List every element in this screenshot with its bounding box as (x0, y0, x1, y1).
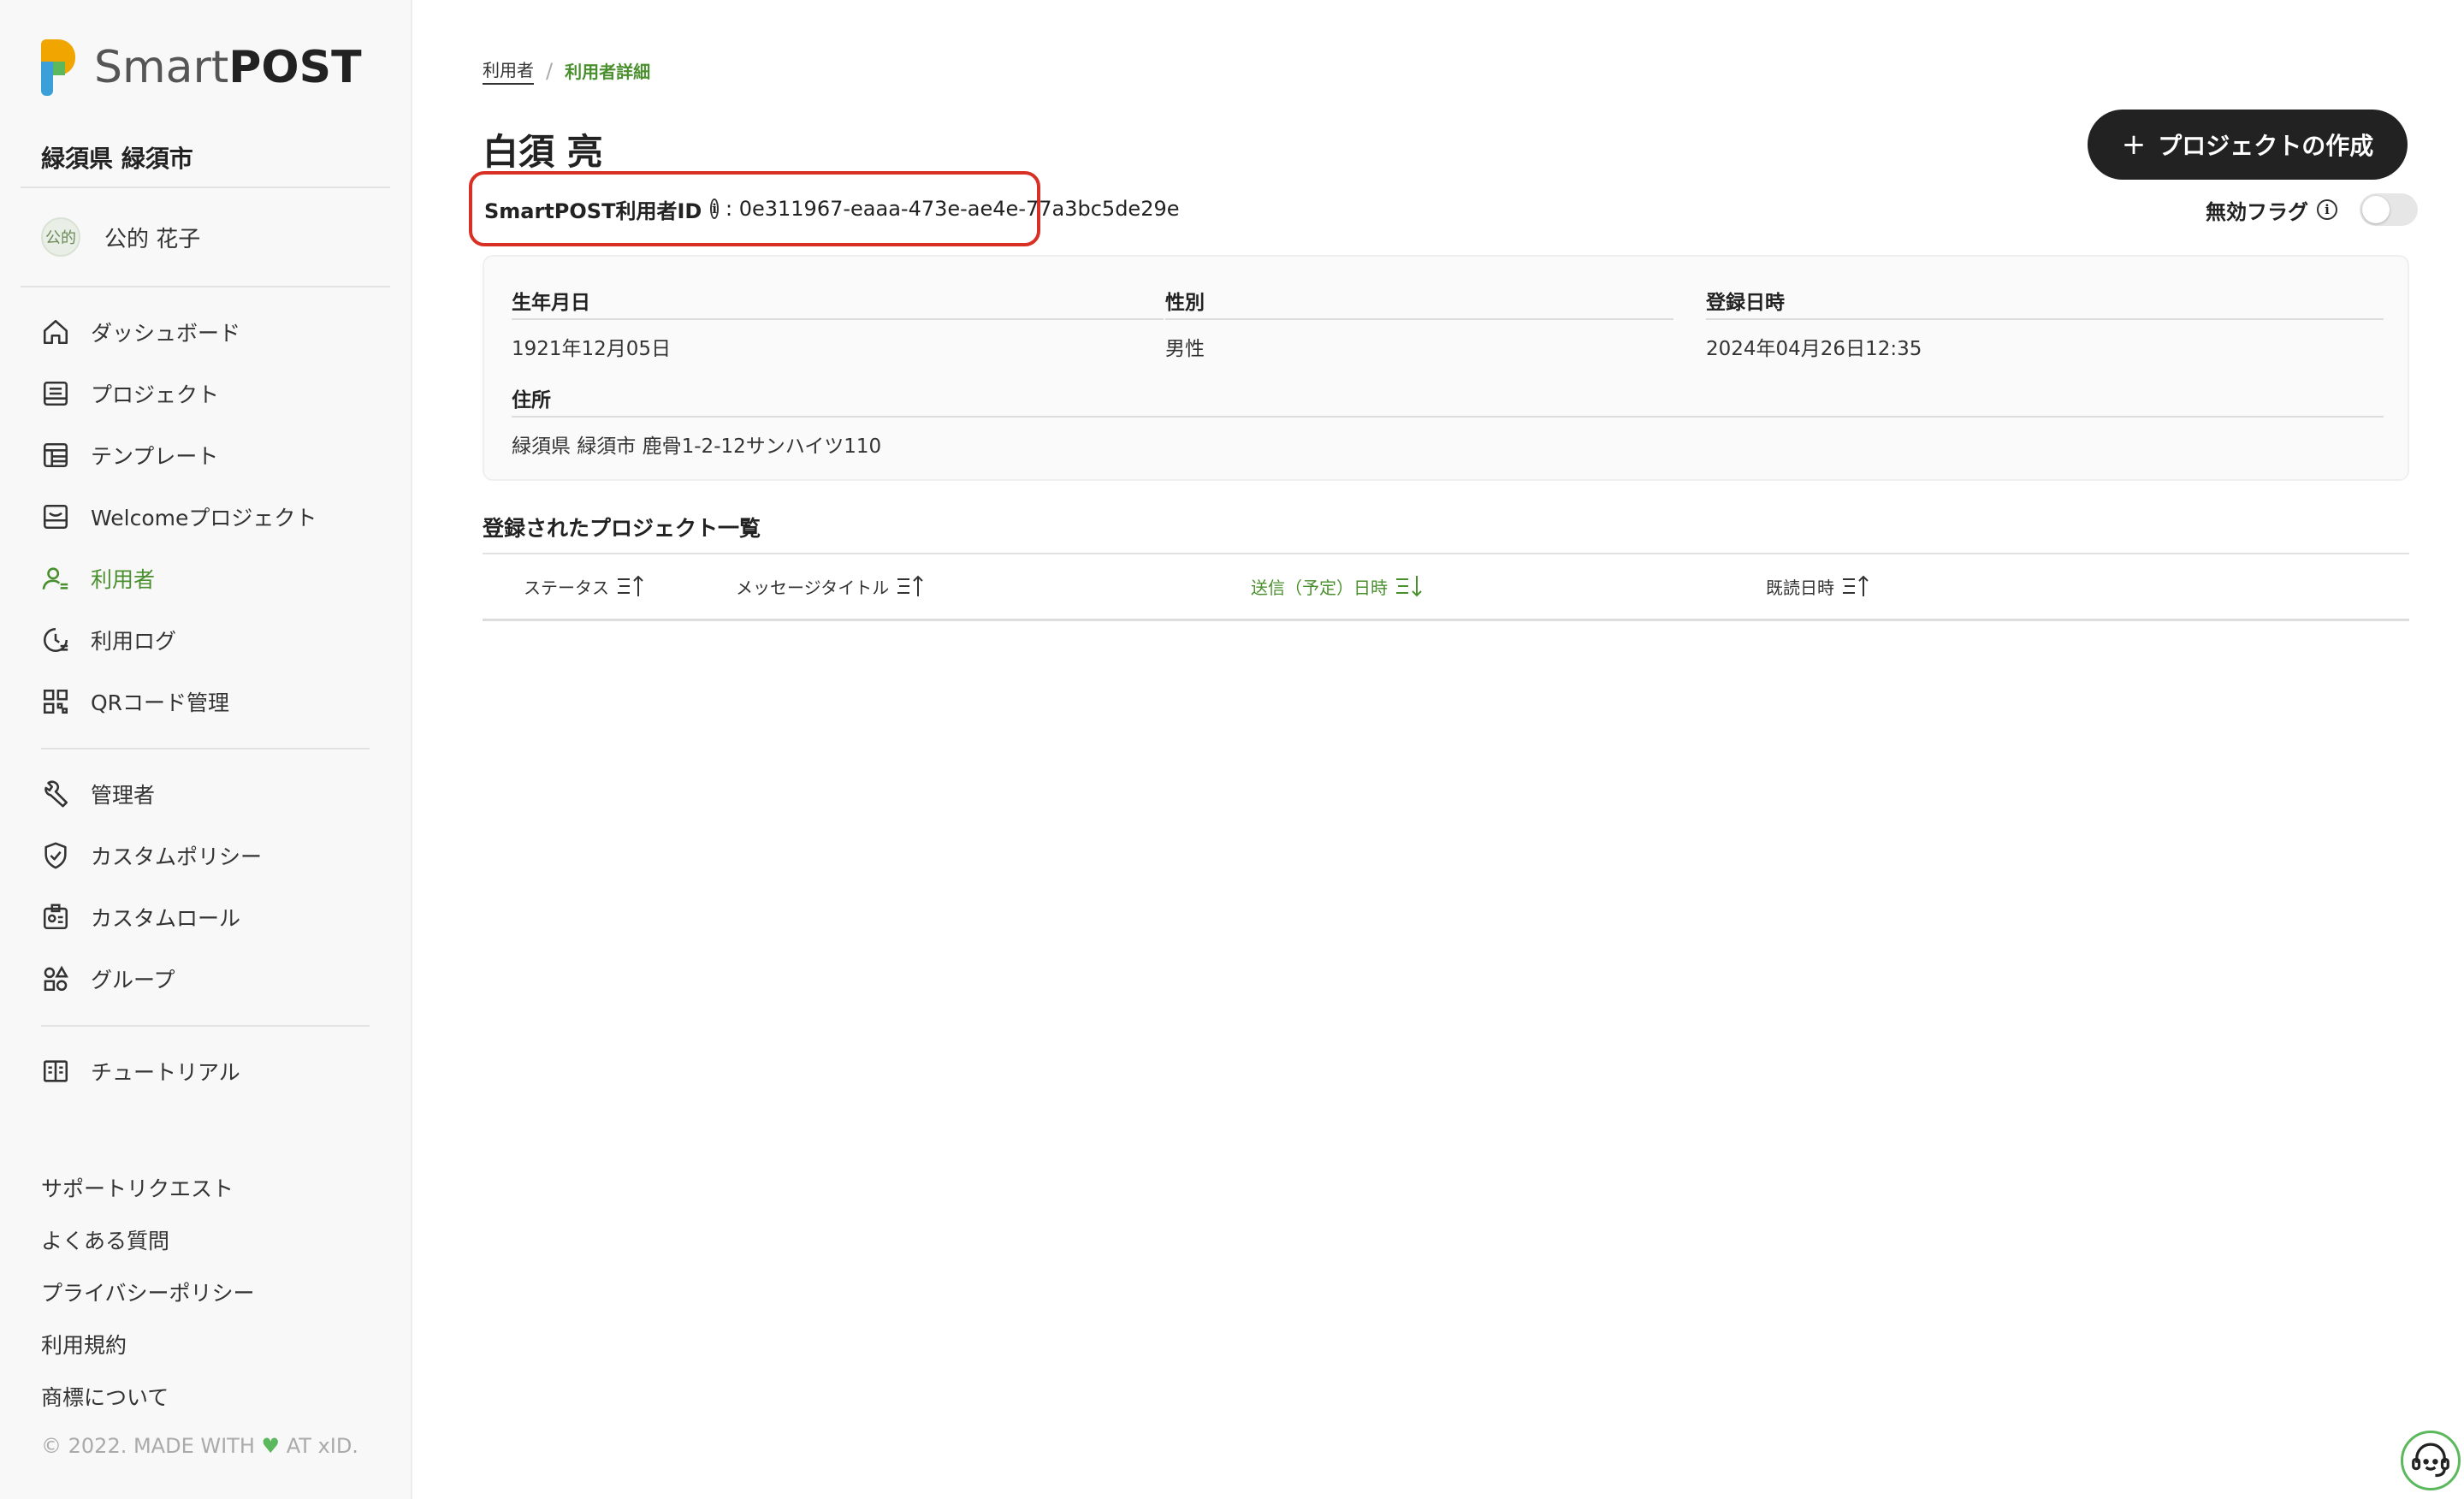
nav-item-custom-role[interactable]: カスタムロール (41, 900, 240, 934)
disable-flag-toggle[interactable] (2360, 193, 2418, 226)
column-message-title[interactable]: メッセージタイトル (736, 573, 927, 599)
nav-label: グループ (91, 968, 175, 992)
column-read-datetime[interactable]: 既読日時 (1766, 573, 1872, 599)
sidebar: SmartPOST 緑須県 緑須市 公的 公的 花子 ダッシュボード プロジェク… (0, 0, 412, 1499)
group-icon (41, 964, 70, 993)
breadcrumb: 利用者 / 利用者詳細 (483, 56, 650, 85)
home-icon (41, 317, 70, 347)
user-name: 公的 花子 (104, 226, 201, 252)
field-value: 2024年04月26日12:35 (1706, 338, 1922, 360)
qr-icon (41, 687, 70, 716)
nav-label: Welcomeプロジェクト (91, 506, 317, 530)
disable-flag: 無効フラグ i (2206, 193, 2418, 226)
support-request-link[interactable]: サポートリクエスト (41, 1172, 255, 1224)
book-icon (41, 1057, 70, 1086)
logo-text: SmartPOST (94, 42, 362, 93)
id-card-icon (41, 903, 70, 932)
wrench-icon (41, 779, 70, 809)
nav-item-users[interactable]: 利用者 (41, 561, 155, 595)
trademark-link[interactable]: 商標について (41, 1381, 255, 1433)
field-registered-at: 登録日時 2024年04月26日12:35 (1706, 286, 2384, 361)
nav-label: QRコード管理 (91, 690, 230, 715)
nav-item-admin[interactable]: 管理者 (41, 777, 155, 811)
smartpost-logo[interactable]: SmartPOST (41, 39, 362, 96)
user-icon (41, 564, 70, 593)
main-content: 利用者 / 利用者詳細 白須 亮 SmartPOST利用者ID i : 0e31… (412, 0, 2464, 1499)
column-status[interactable]: ステータス (524, 573, 647, 599)
welcome-icon (41, 502, 70, 531)
support-chat-button[interactable] (2401, 1431, 2461, 1490)
nav-item-welcome-project[interactable]: Welcomeプロジェクト (41, 500, 317, 534)
info-icon[interactable]: i (2317, 199, 2337, 220)
field-label: 住所 (512, 383, 2384, 418)
shield-icon (41, 841, 70, 870)
user-id-label: SmartPOST利用者ID (484, 198, 702, 223)
sort-asc-icon[interactable] (896, 573, 927, 599)
nav-label: チュートリアル (91, 1060, 240, 1085)
field-label: 性別 (1165, 286, 1673, 320)
log-icon (41, 625, 70, 655)
nav-label: 管理者 (91, 783, 156, 808)
field-label: 生年月日 (512, 286, 1164, 320)
nav-item-template[interactable]: テンプレート (41, 438, 218, 472)
sort-desc-icon[interactable] (1395, 573, 1425, 599)
logo-mark-icon (41, 39, 75, 96)
nav-label: プロジェクト (91, 382, 220, 407)
user-id-value: : 0e311967-eaaa-473e-ae4e-77a3bc5de29e (726, 197, 1180, 221)
current-user[interactable]: 公的 公的 花子 (41, 217, 200, 257)
nav-item-qr-code[interactable]: QRコード管理 (41, 684, 229, 719)
nav-label: ダッシュボード (91, 321, 241, 346)
nav-label: カスタムポリシー (91, 844, 263, 869)
user-info-card: 生年月日 1921年12月05日 性別 男性 登録日時 2024年04月26日1… (483, 255, 2409, 481)
disable-flag-label: 無効フラグ (2206, 199, 2308, 224)
info-icon[interactable]: i (710, 198, 719, 219)
nav-label: カスタムロール (91, 906, 241, 931)
terms-link[interactable]: 利用規約 (41, 1329, 255, 1381)
field-gender: 性別 男性 (1165, 286, 1673, 361)
user-id-highlight: SmartPOST利用者ID i : 0e311967-eaaa-473e-ae… (469, 171, 1180, 246)
footer-links: サポートリクエスト よくある質問 プライバシーポリシー 利用規約 商標について (41, 1172, 255, 1433)
nav-item-dashboard[interactable]: ダッシュボード (41, 315, 240, 349)
copyright: © 2022. MADE WITH ♥ AT xID. (41, 1434, 358, 1458)
nav-label: 利用ログ (91, 629, 177, 654)
breadcrumb-current: 利用者詳細 (565, 62, 651, 82)
sort-asc-icon[interactable] (1841, 573, 1872, 599)
privacy-policy-link[interactable]: プライバシーポリシー (41, 1277, 255, 1329)
column-send-datetime[interactable]: 送信（予定）日時 (1251, 573, 1425, 599)
field-birthdate: 生年月日 1921年12月05日 (512, 286, 1164, 361)
sort-asc-icon[interactable] (616, 573, 647, 599)
create-project-button[interactable]: + プロジェクトの作成 (2088, 110, 2408, 180)
nav-item-tutorial[interactable]: チュートリアル (41, 1054, 240, 1088)
divider (21, 286, 390, 287)
divider (21, 187, 390, 188)
field-value: 男性 (1165, 338, 1205, 360)
nav-item-custom-policy[interactable]: カスタムポリシー (41, 838, 262, 873)
divider (41, 748, 370, 750)
page-title: 白須 亮 (483, 131, 603, 173)
breadcrumb-separator: / (546, 58, 554, 83)
headset-icon (2412, 1443, 2449, 1478)
heart-icon: ♥ (261, 1434, 281, 1458)
nav-item-usage-log[interactable]: 利用ログ (41, 623, 176, 657)
faq-link[interactable]: よくある質問 (41, 1224, 255, 1277)
project-icon (41, 379, 70, 408)
field-value: 緑須県 緑須市 鹿骨1-2-12サンハイツ110 (512, 435, 882, 458)
projects-section-title: 登録されたプロジェクト一覧 (483, 516, 761, 541)
breadcrumb-users-link[interactable]: 利用者 (483, 56, 534, 85)
organization-name: 緑須県 緑須市 (41, 145, 193, 173)
field-address: 住所 緑須県 緑須市 鹿骨1-2-12サンハイツ110 (512, 383, 2384, 459)
nav-item-project[interactable]: プロジェクト (41, 376, 219, 411)
template-icon (41, 441, 70, 470)
nav-item-group[interactable]: グループ (41, 962, 175, 996)
avatar: 公的 (41, 217, 80, 257)
plus-icon: + (2121, 127, 2147, 162)
nav-label: 利用者 (91, 567, 156, 592)
nav-label: テンプレート (91, 444, 219, 469)
divider (41, 1025, 370, 1027)
projects-table-header: ステータス メッセージタイトル 送信（予定）日時 既読日時 (483, 553, 2409, 621)
field-value: 1921年12月05日 (512, 338, 672, 360)
field-label: 登録日時 (1706, 286, 2384, 320)
